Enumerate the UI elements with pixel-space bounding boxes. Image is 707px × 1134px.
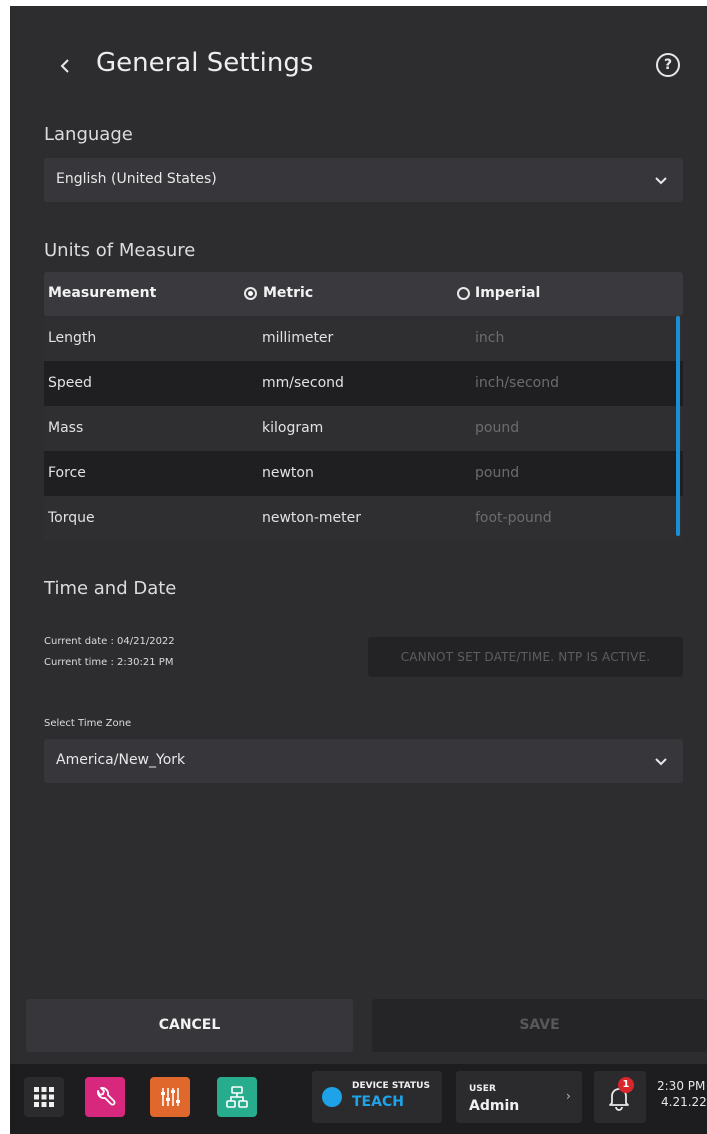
units-table-header: Measurement Metric Imperial <box>44 272 683 316</box>
column-metric[interactable]: Metric <box>263 285 313 301</box>
units-table-body: Length millimeter inch Speed mm/second i… <box>44 316 683 541</box>
metric-cell: mm/second <box>262 375 344 391</box>
metric-radio[interactable] <box>244 287 257 300</box>
timezone-label: Select Time Zone <box>44 718 132 729</box>
status-indicator <box>322 1087 342 1107</box>
help-button[interactable]: ? <box>656 53 680 77</box>
wrench-icon <box>97 1087 116 1106</box>
measurement-cell: Speed <box>48 375 92 391</box>
grid-icon <box>34 1087 54 1107</box>
notifications-button[interactable]: 1 <box>594 1071 646 1123</box>
network-app-button[interactable] <box>217 1077 257 1117</box>
imperial-cell: pound <box>475 420 520 436</box>
units-table: Measurement Metric Imperial Length milli… <box>44 272 683 541</box>
measurement-cell: Length <box>48 330 97 346</box>
table-row[interactable]: Speed mm/second inch/second <box>44 361 683 406</box>
chevron-right-icon: › <box>566 1089 571 1103</box>
time-date-label: Time and Date <box>44 578 177 599</box>
device-status-title: DEVICE STATUS <box>352 1081 430 1091</box>
page-title: General Settings <box>96 48 314 78</box>
device-status: DEVICE STATUS TEACH <box>312 1071 442 1123</box>
language-label: Language <box>44 124 133 145</box>
timezone-value: America/New_York <box>56 752 186 768</box>
column-imperial[interactable]: Imperial <box>475 285 540 301</box>
table-row[interactable]: Torque newton-meter foot-pound <box>44 496 683 541</box>
tools-app-button[interactable] <box>85 1077 125 1117</box>
measurement-cell: Torque <box>48 510 95 526</box>
clock-date: 4.21.22 <box>661 1095 707 1109</box>
cancel-button[interactable]: CANCEL <box>26 999 353 1052</box>
table-row[interactable]: Mass kilogram pound <box>44 406 683 451</box>
imperial-radio[interactable] <box>457 287 470 300</box>
imperial-cell: foot-pound <box>475 510 552 526</box>
table-scrollbar[interactable] <box>676 316 680 536</box>
imperial-cell: inch <box>475 330 505 346</box>
device-status-value: TEACH <box>352 1094 404 1110</box>
back-button[interactable] <box>54 54 76 80</box>
current-date: Current date : 04/21/2022 <box>44 636 175 647</box>
column-measurement: Measurement <box>48 285 157 301</box>
metric-cell: kilogram <box>262 420 324 436</box>
clock: 2:30 PM 4.21.22 <box>657 1078 707 1110</box>
metric-cell: newton <box>262 465 314 481</box>
user-button[interactable]: USER Admin › <box>456 1071 582 1123</box>
language-select[interactable]: English (United States) <box>44 158 683 202</box>
table-row[interactable]: Force newton pound <box>44 451 683 496</box>
settings-screen: General Settings ? Language English (Uni… <box>10 6 707 1134</box>
timezone-select[interactable]: America/New_York <box>44 739 683 783</box>
question-circle-icon: ? <box>663 57 673 73</box>
current-time: Current time : 2:30:21 PM <box>44 657 174 668</box>
chevron-down-icon <box>655 177 667 185</box>
table-row[interactable]: Length millimeter inch <box>44 316 683 361</box>
save-button: SAVE <box>372 999 707 1052</box>
units-label: Units of Measure <box>44 240 196 261</box>
header: General Settings ? <box>10 6 707 121</box>
notification-badge: 1 <box>618 1077 634 1093</box>
measurement-cell: Force <box>48 465 86 481</box>
metric-cell: millimeter <box>262 330 334 346</box>
language-value: English (United States) <box>56 171 217 187</box>
user-name: Admin <box>469 1098 520 1114</box>
taskbar: DEVICE STATUS TEACH USER Admin › 1 2:30 … <box>10 1064 707 1134</box>
chevron-left-icon <box>60 59 69 73</box>
user-title: USER <box>469 1084 496 1094</box>
chevron-down-icon <box>655 758 667 766</box>
tune-app-button[interactable] <box>150 1077 190 1117</box>
clock-time: 2:30 PM <box>657 1079 706 1093</box>
set-date-time-button: CANNOT SET DATE/TIME. NTP IS ACTIVE. <box>368 637 683 677</box>
network-icon <box>226 1086 248 1108</box>
metric-cell: newton-meter <box>262 510 362 526</box>
imperial-cell: inch/second <box>475 375 559 391</box>
action-bar: CANCEL SAVE <box>10 998 707 1058</box>
imperial-cell: pound <box>475 465 520 481</box>
apps-button[interactable] <box>24 1077 64 1117</box>
measurement-cell: Mass <box>48 420 84 436</box>
sliders-icon <box>161 1088 180 1106</box>
